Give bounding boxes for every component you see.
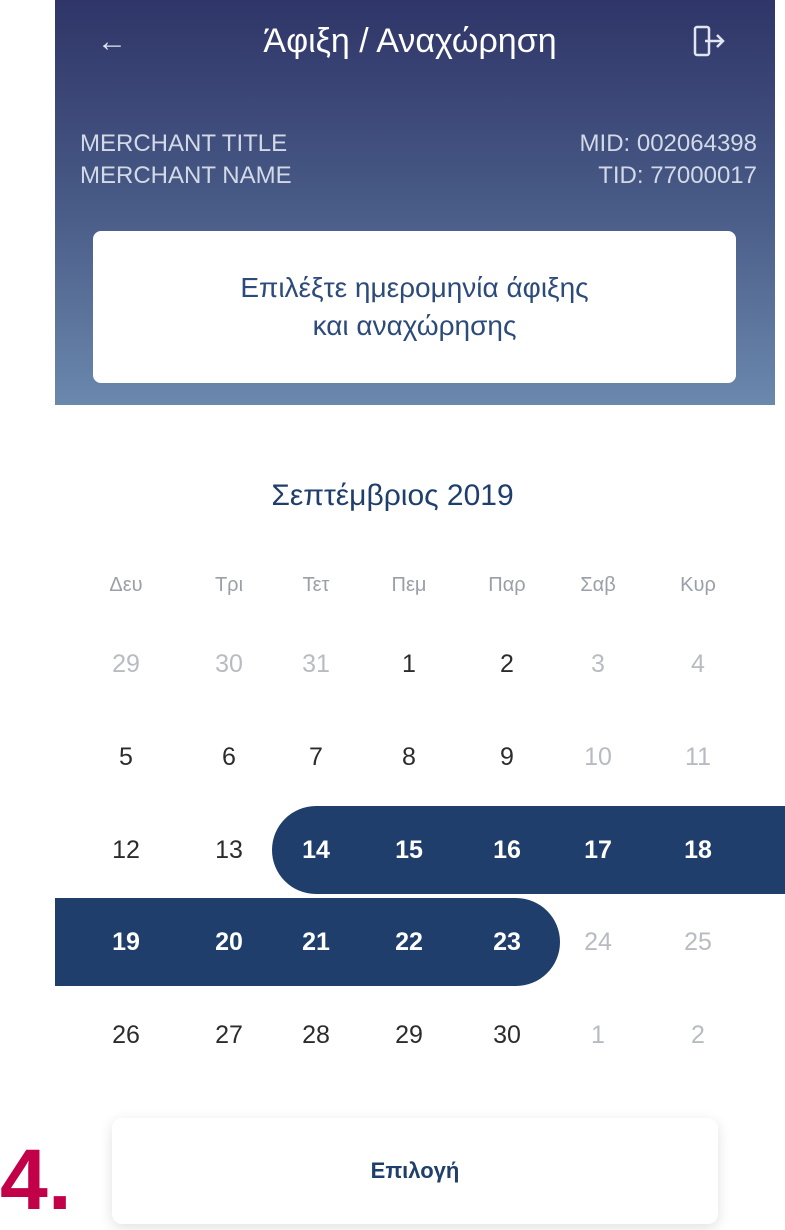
logout-icon[interactable] (692, 24, 726, 58)
calendar-day-selected[interactable]: 22 (374, 920, 444, 964)
calendar-day-selected[interactable]: 17 (563, 828, 633, 872)
calendar-day[interactable]: 2 (472, 642, 542, 686)
weekday-label: Σαβ (580, 574, 616, 596)
calendar-day[interactable]: 8 (374, 735, 444, 779)
back-arrow-icon[interactable]: ← (92, 22, 132, 62)
calendar-day: 25 (684, 928, 712, 956)
calendar-day[interactable]: 29 (374, 1013, 444, 1057)
calendar-day-selected[interactable]: 20 (194, 920, 264, 964)
calendar-day: 10 (584, 743, 612, 771)
calendar-day: 24 (584, 928, 612, 956)
instruction-line-2: και αναχώρησης (312, 310, 517, 341)
calendar-day[interactable]: 5 (91, 735, 161, 779)
calendar-day[interactable]: 7 (281, 735, 351, 779)
merchant-info: MERCHANT TITLE MERCHANT NAME (80, 128, 292, 192)
calendar-day-selected[interactable]: 19 (91, 920, 161, 964)
mid-label: MID: 002064398 (579, 130, 757, 157)
weekday-label: Δευ (109, 574, 143, 596)
weekday-label: Τρι (214, 574, 244, 596)
merchant-title: MERCHANT TITLE (80, 130, 288, 157)
calendar-day: 4 (691, 650, 705, 678)
calendar-day[interactable]: 12 (91, 828, 161, 872)
weekday-label: Τετ (302, 574, 330, 596)
weekday-label: Παρ (488, 574, 526, 596)
calendar-day-selected[interactable]: 21 (281, 920, 351, 964)
calendar-day: 1 (591, 1021, 605, 1049)
calendar-day: 2 (691, 1021, 705, 1049)
month-label: Σεπτέμβριος 2019 (271, 479, 514, 512)
calendar-day: 3 (591, 650, 605, 678)
tid-label: TID: 77000017 (598, 162, 757, 189)
calendar-day[interactable]: 26 (91, 1013, 161, 1057)
calendar-day[interactable]: 1 (374, 642, 444, 686)
calendar-day[interactable]: 6 (194, 735, 264, 779)
merchant-name: MERCHANT NAME (80, 162, 292, 189)
weekday-label: Κυρ (680, 574, 716, 596)
calendar-day[interactable]: 13 (194, 828, 264, 872)
terminal-ids: MID: 002064398 TID: 77000017 (580, 128, 757, 192)
weekday-label: Πεμ (391, 574, 427, 596)
select-button[interactable]: Επιλογή (112, 1118, 718, 1224)
calendar-day-selected[interactable]: 15 (374, 828, 444, 872)
page-title: Άφιξη / Αναχώρηση (263, 22, 557, 60)
calendar-day[interactable]: 27 (194, 1013, 264, 1057)
calendar-day-selected[interactable]: 18 (663, 828, 733, 872)
calendar-day[interactable]: 9 (472, 735, 542, 779)
select-button-label: Επιλογή (370, 1158, 460, 1183)
calendar-day-selected[interactable]: 23 (472, 920, 542, 964)
instruction-line-1: Επιλέξτε ημερομηνία άφιξης (240, 272, 589, 303)
calendar-day: 11 (685, 743, 711, 771)
calendar-day: 29 (112, 650, 140, 678)
calendar-day[interactable]: 28 (281, 1013, 351, 1057)
step-number: 4. (0, 1132, 72, 1228)
calendar-day-selected[interactable]: 16 (472, 828, 542, 872)
calendar-day-selected[interactable]: 14 (281, 828, 351, 872)
calendar-day: 30 (215, 650, 243, 678)
calendar-day[interactable]: 30 (472, 1013, 542, 1057)
instruction-card: Επιλέξτε ημερομηνία άφιξης και αναχώρηση… (93, 231, 736, 383)
calendar-day: 31 (302, 650, 330, 678)
logout-door-icon (693, 25, 725, 57)
